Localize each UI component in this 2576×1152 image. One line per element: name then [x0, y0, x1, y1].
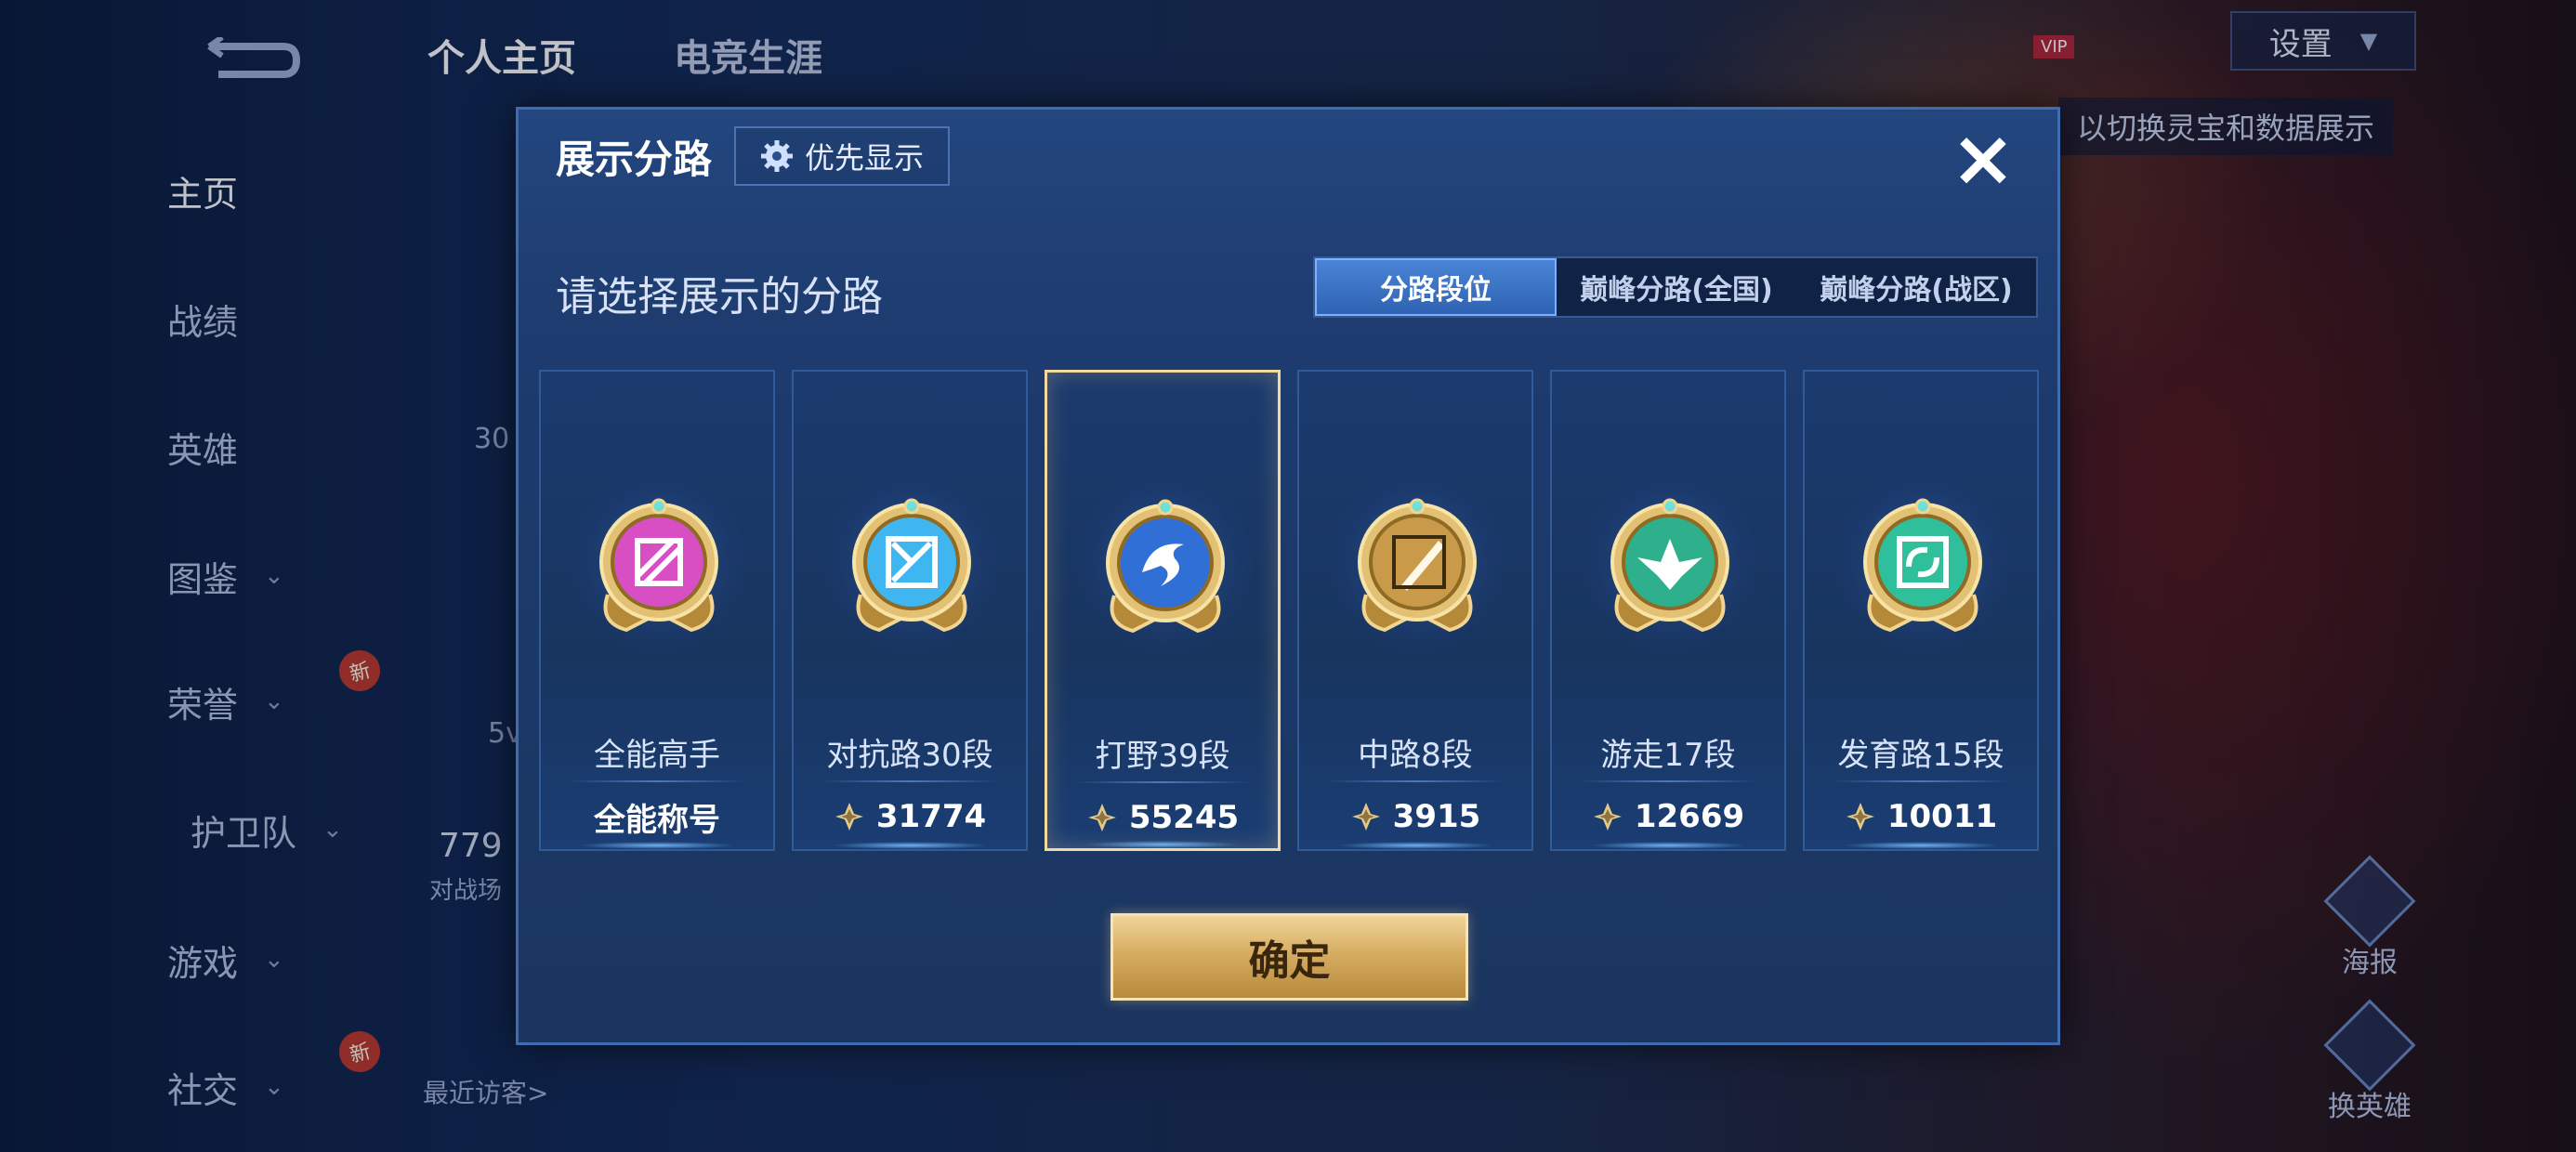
- rank-points-icon: [835, 803, 863, 831]
- lane-score-value: 12669: [1634, 798, 1745, 835]
- priority-display-label: 优先显示: [805, 140, 925, 176]
- card-bottom-glow: [1589, 842, 1747, 849]
- lane-display-dialog: 展示分路 优先显示 × 请选择展示的分路 分路段位 巅峰分路(全国) 巅峰分路(战区…: [516, 107, 2060, 1045]
- segment-tab-0[interactable]: 分路段位: [1315, 258, 1557, 316]
- lane-rank-label: 游走17段: [1600, 737, 1736, 774]
- lane-score-value: 55245: [1128, 799, 1240, 836]
- lane-score: 3915: [1299, 788, 1531, 845]
- jungle-badge-icon: [1106, 499, 1225, 634]
- lane-rank-label: 中路8段: [1358, 737, 1473, 774]
- lane-rank-label: 发育路15段: [1837, 737, 2004, 774]
- lane-card[interactable]: 全能高手 全能称号: [539, 370, 775, 851]
- lane-card[interactable]: 中路8段 3915: [1297, 370, 1533, 851]
- farm-lane-badge-icon: [1863, 498, 1982, 633]
- card-bottom-glow: [1336, 842, 1494, 849]
- roam-badge-icon: [1610, 498, 1729, 633]
- confirm-label: 确定: [1248, 937, 1331, 985]
- lane-score-value: 全能称号: [594, 801, 720, 839]
- lane-score: 55245: [1047, 789, 1278, 846]
- clash-lane-badge-icon: [852, 498, 971, 633]
- lane-card-list: 全能高手 全能称号 对抗路30段 31774 打野39段 55245 中路8段 3915 游走1…: [539, 370, 2041, 851]
- lane-score-value: 31774: [875, 798, 987, 835]
- gear-icon: [761, 140, 793, 172]
- lane-score: 全能称号: [541, 788, 773, 845]
- badge-frame: [823, 474, 1000, 650]
- lane-score-value: 10011: [1886, 798, 1998, 835]
- lane-card[interactable]: 游走17段 12669: [1550, 370, 1786, 851]
- all-rounder-badge-icon: [599, 498, 718, 633]
- card-bottom-glow: [831, 842, 989, 849]
- confirm-button[interactable]: 确定: [1111, 913, 1468, 1001]
- lane-rank-label: 对抗路30段: [826, 737, 993, 774]
- lane-score: 10011: [1805, 788, 2037, 845]
- card-bottom-glow: [1084, 841, 1241, 848]
- close-icon[interactable]: ×: [1946, 119, 2020, 197]
- rank-points-icon: [1351, 803, 1380, 831]
- lane-card[interactable]: 打野39段 55245: [1045, 370, 1281, 851]
- card-bottom-glow: [1842, 842, 2000, 849]
- card-divider: [1327, 780, 1504, 782]
- priority-display-button[interactable]: 优先显示: [734, 126, 951, 186]
- lane-score: 31774: [794, 788, 1026, 845]
- dialog-title: 展示分路: [556, 137, 713, 182]
- lane-card[interactable]: 发育路15段 10011: [1803, 370, 2039, 851]
- card-divider: [569, 780, 745, 782]
- badge-frame: [1834, 474, 2011, 650]
- rank-points-icon: [1087, 804, 1116, 831]
- lane-rank-label: 全能高手: [594, 737, 720, 774]
- lane-score-value: 3915: [1392, 798, 1481, 835]
- lane-mode-switcher: 分路段位 巅峰分路(全国) 巅峰分路(战区): [1313, 256, 2038, 318]
- rank-points-icon: [1593, 803, 1622, 831]
- dialog-subtitle: 请选择展示的分路: [556, 273, 883, 321]
- lane-rank-label: 打野39段: [1095, 738, 1230, 775]
- badge-frame: [1329, 474, 1505, 650]
- lane-score: 12669: [1552, 788, 1784, 845]
- badge-frame: [1582, 474, 1758, 650]
- rank-points-icon: [1846, 803, 1874, 831]
- badge-frame: [571, 474, 747, 650]
- badge-frame: [1077, 475, 1254, 651]
- card-bottom-glow: [578, 842, 736, 849]
- card-divider: [1075, 781, 1250, 783]
- lane-card[interactable]: 对抗路30段 31774: [792, 370, 1028, 851]
- card-divider: [1580, 780, 1756, 782]
- mid-lane-badge-icon: [1358, 498, 1477, 633]
- segment-tab-2[interactable]: 巅峰分路(战区): [1796, 258, 2036, 316]
- card-divider: [821, 780, 998, 782]
- segment-tab-1[interactable]: 巅峰分路(全国): [1557, 258, 1796, 316]
- card-divider: [1833, 780, 2009, 782]
